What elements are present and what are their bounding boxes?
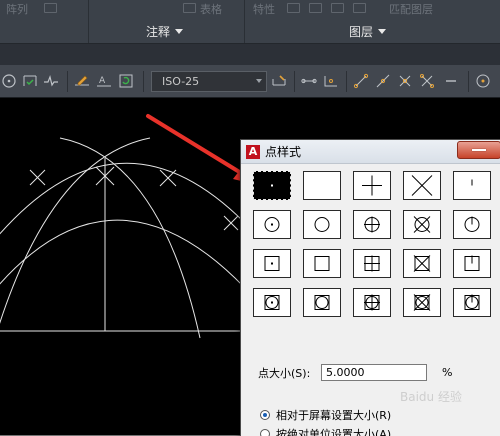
dim-jog-icon[interactable] — [42, 72, 60, 90]
dim-inspect-icon[interactable] — [21, 72, 39, 90]
dimension-toolbar: A ISO-25 — [0, 65, 500, 98]
svg-text:A: A — [99, 76, 106, 86]
array-dropdown-icon[interactable] — [44, 3, 57, 13]
relative-size-label: 相对于屏幕设置大小(R) — [276, 409, 392, 422]
point-marker — [29, 169, 46, 186]
point-style-x[interactable] — [403, 171, 441, 200]
inner-arc — [0, 219, 246, 289]
point-size-unit: % — [442, 366, 453, 379]
point-style-dot[interactable] — [253, 171, 291, 200]
left-arc — [0, 137, 151, 325]
dim-angular-icon[interactable] — [374, 72, 392, 90]
dim-center-line-icon[interactable] — [442, 72, 460, 90]
relative-size-radio[interactable] — [260, 410, 270, 420]
dialog-title: 点样式 — [265, 145, 302, 159]
point-style-square-tick[interactable] — [453, 249, 491, 278]
point-style-square-circle[interactable] — [303, 288, 341, 317]
point-style-square-circle-x[interactable] — [403, 288, 441, 317]
relative-size-option[interactable]: 相对于屏幕设置大小(R) — [260, 407, 391, 423]
dimension-style-value: ISO-25 — [162, 75, 200, 88]
point-size-row: 点大小(S): 5.0000 % — [258, 364, 452, 381]
point-style-tick[interactable] — [453, 171, 491, 200]
annotation-panel-title[interactable]: 注释 — [146, 23, 184, 40]
dim-break-icon[interactable] — [396, 72, 414, 90]
dim-tool-icon[interactable] — [0, 72, 18, 90]
toolbar-separator — [468, 71, 469, 92]
ribbon: 阵列 表格 特性 匹配图层 注释 图层 — [0, 0, 500, 43]
layer-tool-icon[interactable] — [331, 3, 344, 13]
toolbar-separator — [67, 71, 68, 92]
layer-tool-icon[interactable] — [309, 3, 322, 13]
array-label[interactable]: 阵列 — [6, 1, 28, 17]
point-style-square-circle-dot[interactable] — [253, 288, 291, 317]
point-style-square[interactable] — [303, 249, 341, 278]
dim-linear-icon[interactable] — [300, 72, 318, 90]
point-style-square-x[interactable] — [403, 249, 441, 278]
point-size-label: 点大小(S): — [258, 366, 311, 380]
layers-panel-title[interactable]: 图层 — [349, 23, 387, 40]
close-icon — [472, 149, 486, 151]
dim-update-icon[interactable] — [117, 72, 135, 90]
baidu-watermark: Baidu 经验 — [400, 390, 462, 404]
point-style-circle-tick[interactable] — [453, 210, 491, 239]
match-layer-label[interactable]: 匹配图层 — [389, 1, 433, 17]
point-style-plus[interactable] — [353, 171, 391, 200]
dim-text-edit-icon[interactable]: A — [95, 72, 113, 90]
ribbon-divider — [88, 0, 89, 43]
point-style-square-plus[interactable] — [353, 249, 391, 278]
absolute-size-label: 按绝对单位设置大小(A) — [276, 428, 392, 436]
point-size-input[interactable]: 5.0000 — [321, 364, 427, 381]
point-style-none[interactable] — [303, 171, 341, 200]
toolbar-separator — [294, 71, 295, 92]
point-marker — [223, 215, 239, 231]
ribbon-divider — [244, 0, 245, 43]
chevron-down-icon — [378, 29, 387, 34]
layer-tool-icon[interactable] — [287, 3, 300, 13]
dim-baseline-icon[interactable] — [322, 72, 340, 90]
absolute-size-option[interactable]: 按绝对单位设置大小(A) — [260, 426, 391, 436]
dimension-style-select[interactable]: ISO-25 — [151, 71, 267, 92]
absolute-size-radio[interactable] — [260, 429, 270, 436]
dialog-titlebar[interactable]: A 点样式 — [241, 140, 500, 164]
center-mark-icon[interactable] — [474, 72, 492, 90]
right-arc — [59, 137, 201, 339]
dim-style-manager-icon[interactable] — [270, 72, 288, 90]
point-marker — [159, 169, 177, 187]
point-style-square-circle-plus[interactable] — [353, 288, 391, 317]
dim-edit-icon[interactable] — [73, 72, 91, 90]
file-tab-strip — [0, 43, 500, 65]
chevron-down-icon — [256, 79, 262, 83]
toolbar-separator — [346, 71, 347, 92]
point-style-circle[interactable] — [303, 210, 341, 239]
point-style-circle-x[interactable] — [403, 210, 441, 239]
toolbar-separator — [143, 71, 144, 92]
layer-tool-icon[interactable] — [353, 3, 366, 13]
point-style-circle-plus[interactable] — [353, 210, 391, 239]
layers-panel-label: 图层 — [349, 25, 374, 39]
outer-arc — [0, 162, 246, 235]
close-button[interactable] — [457, 141, 500, 159]
dim-aligned-icon[interactable] — [352, 72, 370, 90]
point-style-square-dot[interactable] — [253, 249, 291, 278]
table-icon[interactable] — [183, 3, 196, 13]
chevron-down-icon — [175, 29, 184, 34]
point-style-circle-dot[interactable] — [253, 210, 291, 239]
point-style-square-circle-tick[interactable] — [453, 288, 491, 317]
properties-label[interactable]: 特性 — [253, 1, 275, 17]
annotation-panel-label: 注释 — [146, 25, 171, 39]
table-label[interactable]: 表格 — [200, 1, 222, 17]
autocad-logo-icon: A — [246, 144, 260, 159]
dim-space-icon[interactable] — [418, 72, 436, 90]
